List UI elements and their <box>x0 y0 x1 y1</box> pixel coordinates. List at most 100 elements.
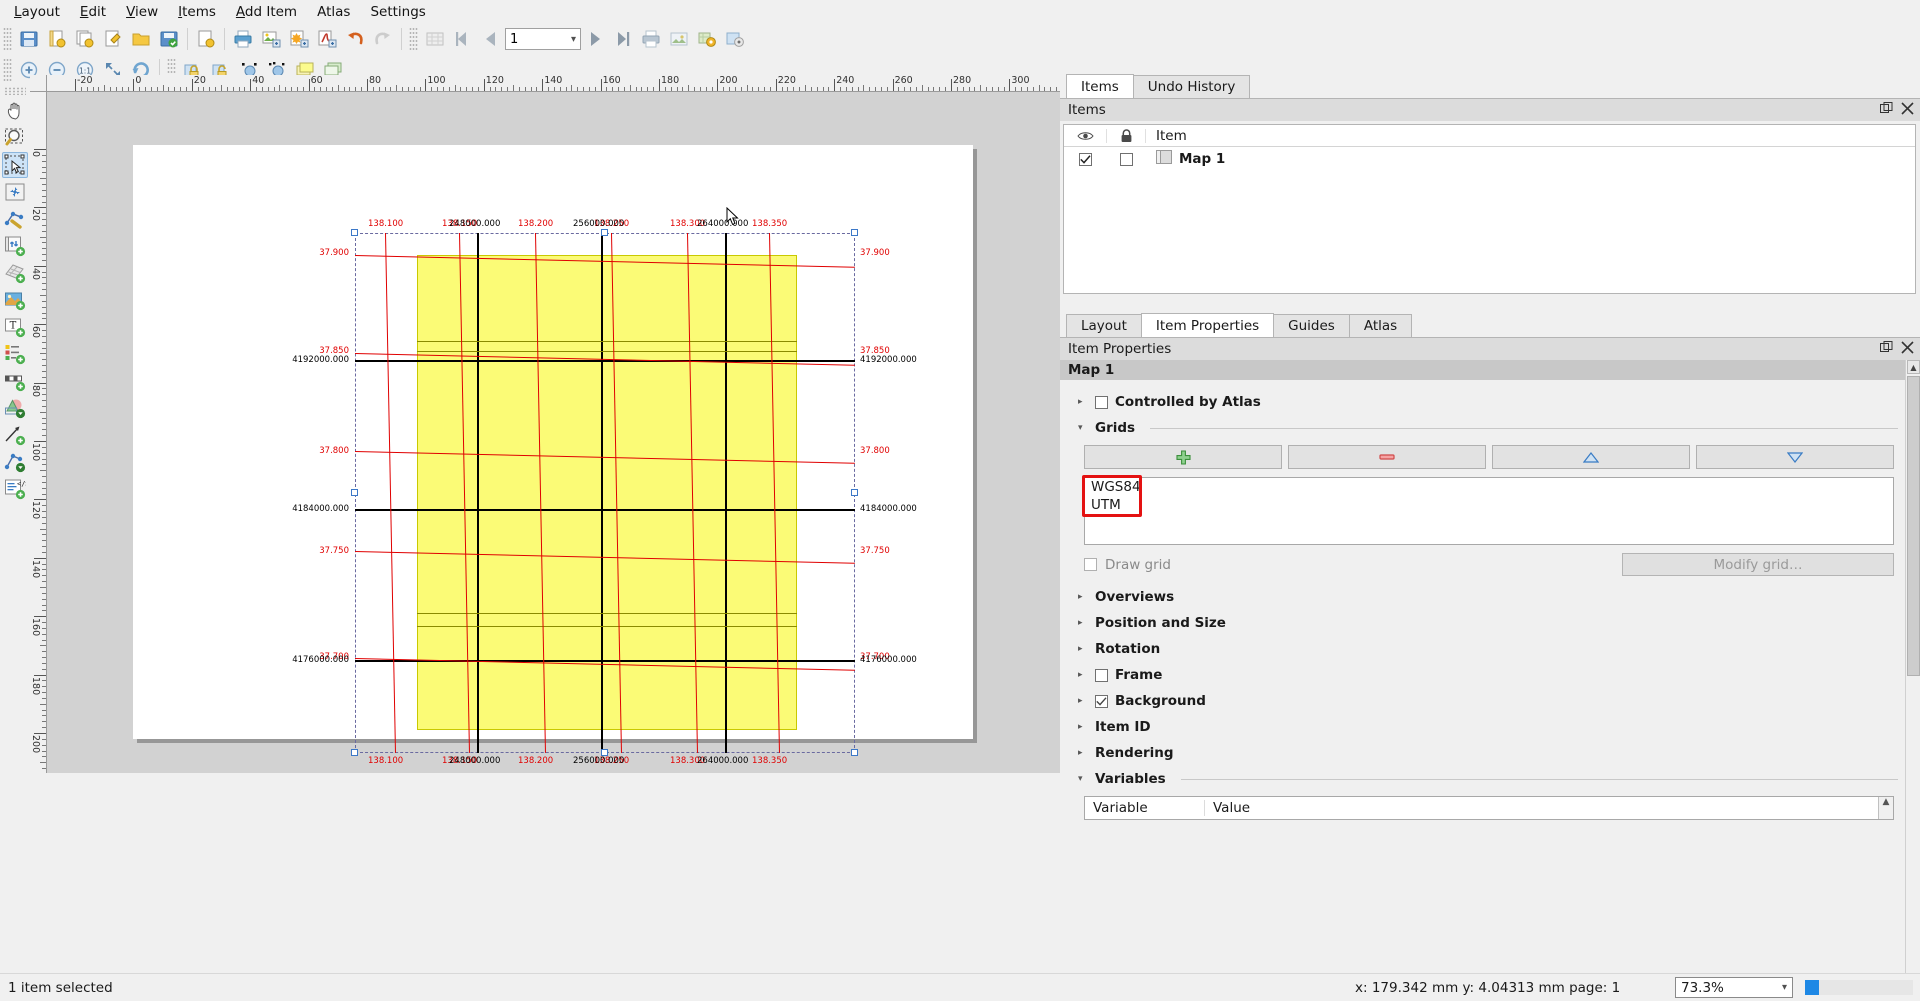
menu-items[interactable]: Items <box>168 1 226 23</box>
add-picture-icon[interactable] <box>2 287 28 313</box>
zoom-slider[interactable] <box>1805 980 1913 995</box>
item-lock-checkbox[interactable] <box>1106 152 1146 166</box>
add-html-icon[interactable]: </> <box>2 476 28 502</box>
add-3d-map-icon[interactable] <box>2 260 28 286</box>
section-rendering[interactable]: ▸ Rendering <box>1060 740 1904 766</box>
add-grid-button[interactable] <box>1084 445 1282 469</box>
atlas-last-icon[interactable] <box>609 26 637 52</box>
resize-handle-bottom-right[interactable] <box>851 749 858 756</box>
table-row[interactable]: Map 1 <box>1064 147 1915 171</box>
tab-guides[interactable]: Guides <box>1273 314 1350 337</box>
section-controlled-by-atlas[interactable]: ▸ Controlled by Atlas <box>1060 380 1904 415</box>
modify-grid-button[interactable]: Modify grid… <box>1622 553 1894 576</box>
section-rotation[interactable]: ▸ Rotation <box>1060 636 1904 662</box>
close-panel-icon[interactable] <box>1901 101 1914 119</box>
section-overviews[interactable]: ▸ Overviews <box>1060 584 1904 610</box>
layout-properties-icon[interactable] <box>192 26 220 52</box>
add-node-item-icon[interactable] <box>2 449 28 475</box>
vertical-ruler[interactable]: 020406080100120140160180200220 <box>30 92 47 773</box>
tab-layout[interactable]: Layout <box>1066 314 1142 337</box>
item-visibility-checkbox[interactable] <box>1064 152 1106 166</box>
layout-canvas[interactable]: 138.100 138.150 138.200 138.250 138.300 138.3… <box>47 92 1060 773</box>
zoom-slider-thumb[interactable] <box>1805 980 1819 995</box>
redo-icon[interactable] <box>369 26 397 52</box>
menu-atlas[interactable]: Atlas <box>307 1 360 23</box>
item-row-map1[interactable]: Map 1 <box>1146 150 1225 168</box>
scrollbar-thumb[interactable] <box>1907 376 1920 676</box>
new-layout-icon[interactable] <box>43 26 71 52</box>
left-toolbox-grip[interactable] <box>4 87 26 95</box>
undo-icon[interactable] <box>341 26 369 52</box>
add-legend-icon[interactable] <box>2 341 28 367</box>
section-item-id[interactable]: ▸ Item ID <box>1060 714 1904 740</box>
scroll-up-arrow-icon[interactable]: ▲ <box>1907 360 1920 374</box>
nav-toolbar-grip[interactable] <box>3 58 12 82</box>
items-list[interactable]: Item Map 1 <box>1063 124 1916 294</box>
atlas-first-icon[interactable] <box>449 26 477 52</box>
atlas-next-icon[interactable] <box>581 26 609 52</box>
tab-undo-history[interactable]: Undo History <box>1132 75 1251 98</box>
section-frame[interactable]: ▸ Frame <box>1060 662 1904 688</box>
export-image-icon[interactable] <box>257 26 285 52</box>
menu-view[interactable]: View <box>116 1 168 23</box>
background-checkbox[interactable] <box>1095 694 1108 708</box>
properties-scroll-area[interactable]: ▸ Controlled by Atlas ▾ Grids WGS84 UTM … <box>1060 380 1920 988</box>
move-grid-down-button[interactable] <box>1696 445 1894 469</box>
resize-handle-middle-left[interactable] <box>351 489 358 496</box>
select-move-item-icon[interactable] <box>2 152 28 178</box>
atlas-preview-icon[interactable] <box>421 26 449 52</box>
add-map-icon[interactable] <box>2 233 28 259</box>
grid-list-item-wgs84[interactable]: WGS84 <box>1085 478 1893 496</box>
duplicate-layout-icon[interactable] <box>71 26 99 52</box>
atlas-settings-icon[interactable] <box>693 26 721 52</box>
add-arrow-icon[interactable] <box>2 422 28 448</box>
edit-nodes-icon[interactable] <box>2 206 28 232</box>
section-variables[interactable]: ▾ Variables <box>1060 766 1904 792</box>
section-grids[interactable]: ▾ Grids <box>1060 415 1904 441</box>
zoom-tool-icon[interactable] <box>2 125 28 151</box>
section-background[interactable]: ▸ Background <box>1060 688 1904 714</box>
atlas-map-settings-icon[interactable] <box>721 26 749 52</box>
grids-list[interactable]: WGS84 UTM <box>1082 475 1894 545</box>
atlas-prev-icon[interactable] <box>477 26 505 52</box>
menu-layout[interactable]: LLayoutayout <box>4 1 70 23</box>
atlas-page-combo[interactable]: 1 ▾ <box>505 28 581 50</box>
move-item-content-icon[interactable] <box>2 179 28 205</box>
frame-checkbox[interactable] <box>1095 668 1108 682</box>
menu-add-item[interactable]: Add Item <box>226 1 307 23</box>
pan-layout-icon[interactable] <box>2 98 28 124</box>
layout-manager-icon[interactable] <box>99 26 127 52</box>
section-position-and-size[interactable]: ▸ Position and Size <box>1060 610 1904 636</box>
horizontal-ruler[interactable]: -20 0 20 40 60 80 100 120 140 160 180 200 220 240 260 2… <box>47 75 1060 92</box>
add-shape-icon[interactable] <box>2 395 28 421</box>
controlled-by-atlas-checkbox[interactable] <box>1095 395 1108 409</box>
move-grid-up-button[interactable] <box>1492 445 1690 469</box>
menu-edit[interactable]: Edit <box>70 1 116 23</box>
resize-handle-bottom-center[interactable] <box>601 749 608 756</box>
toolbar-grip[interactable] <box>3 27 12 51</box>
remove-grid-button[interactable] <box>1288 445 1486 469</box>
export-svg-icon[interactable] <box>285 26 313 52</box>
zoom-level-combo[interactable]: 73.3% ▾ <box>1675 977 1793 998</box>
resize-handle-top-left[interactable] <box>351 229 358 236</box>
map-item-map1[interactable] <box>351 229 858 756</box>
properties-scrollbar[interactable]: ▲ ▼ <box>1905 360 1920 990</box>
save-template-icon[interactable] <box>155 26 183 52</box>
resize-handle-top-right[interactable] <box>851 229 858 236</box>
variables-table[interactable]: Variable Value ▲ <box>1084 796 1894 820</box>
close-panel-icon[interactable] <box>1901 340 1914 358</box>
add-scalebar-icon[interactable] <box>2 368 28 394</box>
page-sheet[interactable]: 138.100 138.150 138.200 138.250 138.300 138.3… <box>133 145 973 766</box>
float-panel-icon[interactable] <box>1880 340 1893 358</box>
tab-atlas[interactable]: Atlas <box>1348 314 1413 337</box>
draw-grid-checkbox[interactable] <box>1084 558 1097 571</box>
grid-list-item-utm[interactable]: UTM <box>1085 496 1893 514</box>
atlas-toolbar-grip[interactable] <box>409 27 418 51</box>
export-pdf-icon[interactable] <box>313 26 341 52</box>
resize-handle-top-center[interactable] <box>601 229 608 236</box>
add-label-icon[interactable]: T <box>2 314 28 340</box>
tab-items[interactable]: Items <box>1066 74 1134 98</box>
scroll-up-arrow-icon[interactable]: ▲ <box>1883 797 1890 807</box>
resize-handle-bottom-left[interactable] <box>351 749 358 756</box>
variables-table-scrollbar[interactable]: ▲ <box>1878 797 1893 819</box>
